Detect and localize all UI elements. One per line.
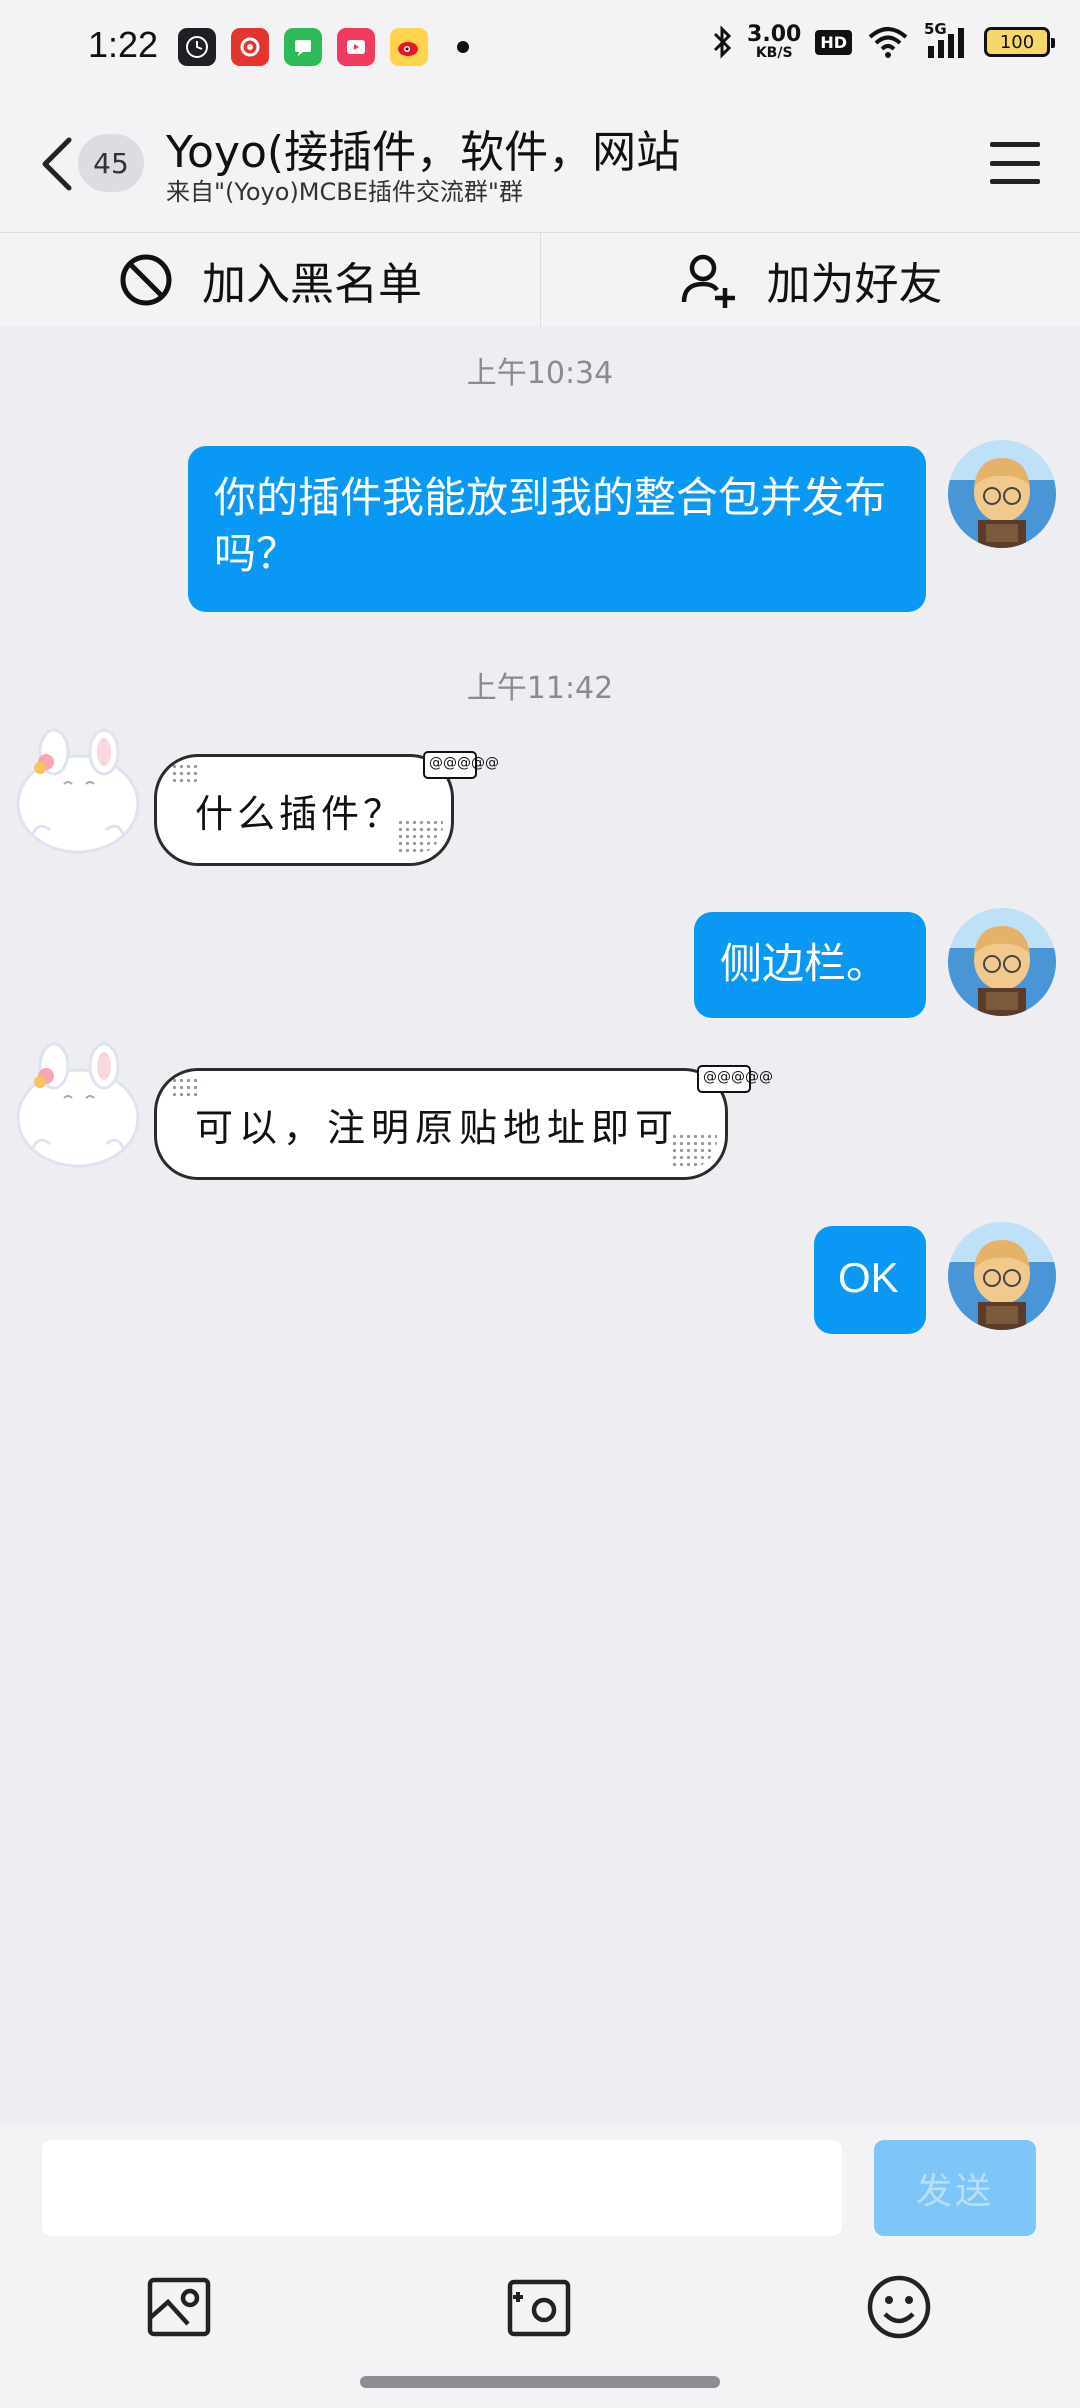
bubble-decoration [171,1077,201,1097]
add-to-blacklist-button[interactable]: 加入黑名单 [0,233,540,327]
add-friend-label: 加为好友 [766,259,943,310]
message-text: 你的插件我能放到我的整合包并发布吗？ [214,473,887,578]
my-avatar[interactable] [948,1222,1056,1330]
message-bubble-outgoing[interactable]: OK [814,1226,926,1334]
message-text: 什么插件？ [195,791,406,836]
message-input[interactable] [42,2140,842,2236]
contact-avatar[interactable] [12,1038,144,1170]
add-friend-button[interactable]: 加为好友 [540,233,1080,327]
video-app-icon [337,28,375,66]
my-avatar[interactable] [948,440,1056,548]
contact-avatar[interactable] [12,724,144,856]
weibo-icon [390,28,428,66]
message-bubble-outgoing[interactable]: 侧边栏。 [694,912,926,1018]
emoji-icon[interactable] [864,2272,934,2342]
menu-line [990,179,1040,184]
chat-subtitle: 来自"(Yoyo)MCBE插件交流群"群 [166,178,523,206]
unread-count-badge[interactable]: 45 [78,134,144,192]
status-time: 1:22 [88,24,159,65]
menu-line [990,142,1040,147]
bunny-avatar-icon [16,1042,140,1168]
bubble-tag: @@@@@ [423,751,499,779]
add-to-blacklist-label: 加入黑名单 [202,259,422,310]
network-speed-unit: KB/S [755,45,793,61]
cellular-signal: 5G [924,20,970,60]
message-text: 侧边栏。 [720,939,889,988]
bubble-tag: @@@@@ [697,1065,773,1093]
system-indicators: 3.00 KB/S HD 5G 100 [711,20,1055,61]
image-picker-icon[interactable] [144,2272,214,2342]
message-bubble-incoming[interactable]: 什么插件？ @@@@@ [154,751,499,866]
bluetooth-icon [713,25,732,59]
back-button[interactable] [34,134,80,194]
battery-indicator: 100 [984,27,1055,57]
anime-boy-avatar-icon [948,1222,1056,1330]
bubble-decoration [671,1133,717,1169]
time-divider: 上午11:42 [466,671,614,706]
menu-line [990,160,1040,166]
home-indicator[interactable] [360,2376,720,2388]
netease-music-icon [231,28,269,66]
message-bubble-outgoing[interactable]: 你的插件我能放到我的整合包并发布吗？ [188,446,926,612]
add-user-icon [681,254,735,308]
network-speed: 3.00 KB/S [747,22,802,61]
bubble-decoration [397,819,443,855]
camera-icon[interactable] [504,2272,574,2342]
clock-app-icon [178,28,216,66]
action-bar: 加入黑名单 加为好友 [0,232,1080,327]
message-text: OK [838,1254,899,1301]
time-divider: 上午10:34 [466,356,614,391]
battery-level: 100 [999,31,1035,53]
anime-boy-avatar-icon [948,440,1056,548]
send-button[interactable]: 发送 [874,2140,1036,2236]
my-avatar[interactable] [948,908,1056,1016]
bunny-avatar-icon [16,728,140,854]
hd-badge: HD [815,29,852,55]
messages-app-icon [284,28,322,66]
input-bar: 发送 [0,2124,1080,2408]
chat-title: Yoyo(接插件，软件，网站 [166,127,681,178]
wifi-icon [868,27,908,58]
signal-bars-icon [928,28,964,58]
menu-button[interactable] [990,142,1040,184]
toolbar [0,2272,1080,2352]
more-notifications-dot [457,41,469,53]
block-icon [120,254,172,306]
network-speed-value: 3.00 [747,22,802,47]
status-bar: 1:22 3.00 KB/S HD 5G 100 [0,0,1080,96]
message-bubble-incoming[interactable]: 可以，注明原贴地址即可 @@@@@ [154,1065,773,1180]
notification-icons [178,28,469,66]
anime-boy-avatar-icon [948,908,1056,1016]
bubble-decoration [171,763,201,783]
message-text: 可以，注明原贴地址即可 [195,1105,680,1150]
